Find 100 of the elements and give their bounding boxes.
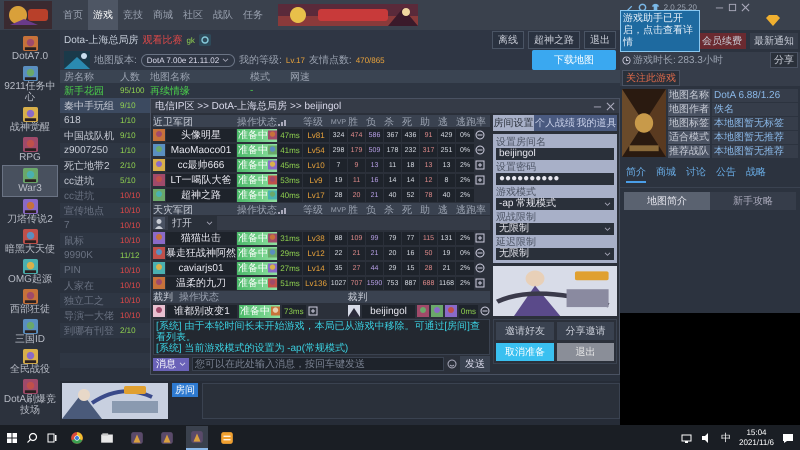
game-item[interactable]: 9211任务中心 — [2, 64, 58, 105]
caret-icon — [179, 362, 186, 366]
player-count: 10/10 — [120, 221, 142, 230]
settings-tab[interactable]: 我的道具 — [576, 115, 617, 131]
minus-circle-icon[interactable] — [475, 130, 485, 140]
game-app-icon[interactable] — [186, 426, 208, 450]
panel-tab[interactable]: 简介 — [626, 165, 646, 183]
game-item[interactable]: DotA7.0 — [2, 34, 58, 64]
panel-tab[interactable]: 公告 — [716, 165, 736, 183]
input-field[interactable]: beijingol — [496, 148, 614, 160]
room-action-button[interactable]: 离线 — [492, 31, 524, 49]
panel-button[interactable]: 最新通知 — [750, 33, 798, 49]
field-label: 地图版本: — [94, 54, 137, 67]
room-name: z9007250 — [64, 145, 109, 156]
clock-date: 2021/11/6 — [739, 438, 774, 448]
input-field[interactable]: ●●●●●●●●●● — [496, 173, 614, 185]
clock[interactable]: 15:04 2021/11/6 — [739, 428, 774, 448]
panel-tab[interactable]: 商城 — [656, 165, 676, 183]
plus-square-icon[interactable] — [475, 160, 485, 170]
info-label: 地图名称 — [668, 89, 710, 102]
game-item[interactable]: 暗黑大天使 — [2, 227, 58, 257]
close-icon[interactable] — [741, 3, 750, 12]
game-item[interactable]: OMG起源 — [2, 257, 58, 287]
game-item[interactable]: DotA刷爆竞技场 — [2, 377, 58, 418]
column-header: 操作状态 — [179, 290, 219, 304]
minus-circle-icon[interactable] — [475, 263, 485, 273]
filter-dropdown[interactable]: 打开 — [168, 216, 217, 230]
plus-square-icon[interactable] — [475, 278, 485, 288]
share-button[interactable]: 分享 — [770, 52, 798, 68]
room-code: gk — [186, 36, 195, 44]
panel-tab[interactable]: 战略 — [746, 165, 766, 183]
game-item[interactable]: War3 — [2, 165, 58, 197]
network-icon[interactable] — [681, 432, 693, 444]
select-field[interactable]: -ap 常规模式 — [496, 198, 614, 210]
windows-icon[interactable] — [6, 432, 18, 444]
status-badge: 准备中 — [237, 174, 277, 186]
game-item[interactable]: 战神觉醒 — [2, 105, 58, 135]
team-name: 近卫军团 — [153, 116, 194, 129]
nav-tab[interactable]: 竞技 — [118, 0, 148, 30]
room-row[interactable]: 新手花园 95/100 再续情缘 - — [60, 83, 620, 98]
notification-icon[interactable] — [782, 432, 794, 444]
person-icon — [153, 217, 165, 229]
follow-button[interactable]: 关注此游戏 — [622, 70, 680, 86]
send-button[interactable]: 发送 — [460, 356, 490, 372]
caret-icon — [222, 58, 230, 62]
maximize-icon[interactable] — [728, 3, 737, 12]
plus-square-icon[interactable] — [475, 233, 485, 243]
level-value: Lv9 — [303, 174, 329, 186]
nav-tab[interactable]: 商城 — [148, 0, 178, 30]
nav-tab[interactable]: 社区 — [178, 0, 208, 30]
task-view-icon[interactable] — [46, 432, 58, 444]
plus-square-icon[interactable] — [475, 175, 485, 185]
nav-tab[interactable]: 任务 — [238, 0, 268, 30]
room-action-button[interactable]: 超神之路 — [528, 31, 580, 49]
settings-tab[interactable]: 房间设置 — [493, 115, 534, 131]
version-text: 2.0.25.20 — [664, 3, 697, 12]
gem-icon[interactable] — [766, 14, 780, 26]
minus-circle-icon[interactable] — [480, 306, 490, 316]
sub-tab[interactable]: 地图简介 — [624, 192, 710, 210]
room-name: 人家在 — [64, 280, 95, 292]
close-icon[interactable] — [606, 102, 615, 110]
nav-tab[interactable]: 首页 — [58, 0, 88, 30]
minus-circle-icon[interactable] — [475, 248, 485, 258]
map-name: 再续情缘 — [150, 84, 191, 98]
map-version-dropdown[interactable]: DotA 7.00e 21.11.02 — [140, 54, 236, 66]
game-label: RPG — [19, 152, 41, 163]
game-item[interactable]: 刀塔传说2 — [2, 197, 58, 227]
game-item[interactable]: RPG — [2, 135, 58, 165]
game-item[interactable]: 西部狂徒 — [2, 287, 58, 317]
status-badge: 准备中 — [237, 246, 277, 260]
caret-icon — [604, 202, 611, 206]
info-value: 本地图暂无推荐 — [712, 131, 798, 144]
select-field[interactable]: 无限制 — [496, 223, 614, 235]
panel-tab[interactable]: 讨论 — [686, 165, 706, 183]
info-label: 推荐战队 — [668, 145, 710, 158]
info-value: DotA 6.88/1.26 — [712, 89, 798, 102]
level-value: Lv.17 — [286, 56, 305, 64]
select-field[interactable]: 无限制 — [496, 248, 614, 260]
game-item[interactable]: 全民战役 — [2, 347, 58, 377]
nav-tab[interactable]: 游戏 — [88, 0, 118, 30]
panel-button[interactable]: 会员续费 — [698, 33, 746, 49]
nav-tab[interactable]: 战队 — [208, 0, 238, 30]
minus-circle-icon[interactable] — [475, 145, 485, 155]
clock-time: 15:04 — [746, 428, 767, 438]
dialog-button[interactable]: 分享邀请 — [556, 322, 614, 340]
search-icon[interactable] — [26, 432, 38, 444]
player-count: 1/10 — [120, 116, 137, 125]
dialog-button[interactable]: 邀请好友 — [496, 322, 554, 340]
room-tag[interactable]: 房间 — [172, 383, 198, 397]
ime-indicator[interactable]: 中 — [721, 430, 731, 444]
room-action-button[interactable]: 退出 — [584, 31, 616, 49]
plus-square-icon[interactable] — [308, 306, 318, 316]
level-value: Lv54 — [303, 144, 329, 156]
sub-tab[interactable]: 新手攻略 — [710, 192, 796, 210]
game-item[interactable]: 三国ID — [2, 317, 58, 347]
channel-dropdown[interactable]: 消息 — [153, 358, 189, 370]
smiley-icon[interactable] — [447, 359, 457, 369]
game-label: 三国ID — [15, 334, 45, 345]
settings-tab[interactable]: 个人战绩 — [534, 115, 576, 131]
chat-input[interactable]: 您可以在此处输入消息，按回车键发送 — [192, 357, 444, 371]
